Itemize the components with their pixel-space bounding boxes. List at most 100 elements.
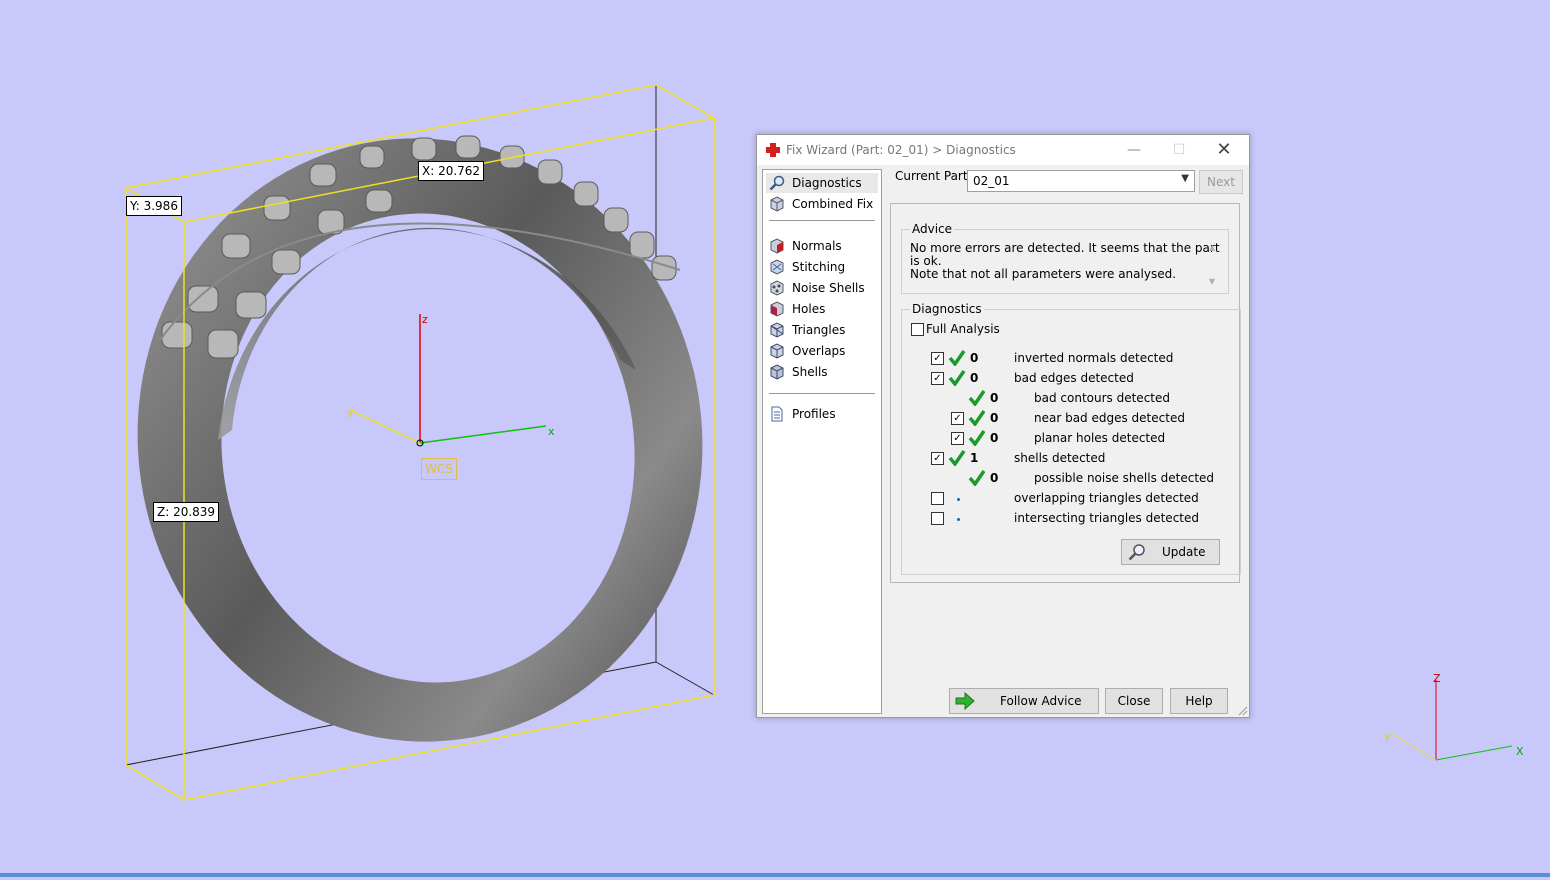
advice-scrollbar[interactable]: ▲ ▼ <box>1209 243 1219 287</box>
shells-cube-icon <box>770 364 784 380</box>
noise-shells-cube-icon <box>770 280 784 296</box>
follow-advice-label: Follow Advice <box>1000 694 1082 708</box>
taskbar-edge <box>0 873 1550 877</box>
planar-holes-label: planar holes detected <box>1034 431 1166 445</box>
magnifier-icon <box>1128 544 1145 561</box>
near-bad-edges-label: near bad edges detected <box>1034 411 1185 425</box>
current-part-dropdown[interactable]: 02_01 ▼ <box>967 170 1195 192</box>
minimize-button[interactable]: — <box>1119 139 1149 161</box>
next-button[interactable]: Next <box>1199 170 1243 194</box>
sidebar-item-diagnostics[interactable]: Diagnostics <box>766 173 878 193</box>
shells-label: shells detected <box>1014 451 1106 465</box>
overlaps-cube-icon <box>770 343 784 359</box>
dimension-z-label: Z: 20.839 <box>153 502 220 522</box>
sidebar-item-profiles[interactable]: Profiles <box>766 404 878 424</box>
bad-edges-checkbox[interactable]: ✓ <box>931 372 944 385</box>
dialog-title: Fix Wizard (Part: 02_01) > Diagnostics <box>786 143 1016 157</box>
current-part-value: 02_01 <box>973 174 1010 188</box>
maximize-button[interactable]: ☐ <box>1164 139 1194 161</box>
pending-dot-icon <box>957 518 960 521</box>
cube-icon <box>770 196 784 212</box>
noise-shells-label: possible noise shells detected <box>1034 471 1215 485</box>
bad-edges-label: bad edges detected <box>1014 371 1134 385</box>
check-mark-icon <box>948 350 966 366</box>
check-mark-icon <box>968 470 986 486</box>
fix-wizard-dialog: Fix Wizard (Part: 02_01) > Diagnostics —… <box>756 134 1250 718</box>
dimension-y-label: Y: 3.986 <box>126 196 182 216</box>
shells-checkbox[interactable]: ✓ <box>931 452 944 465</box>
corner-axes: Z X Y <box>1383 672 1524 761</box>
sidebar-item-combined-fix[interactable]: Combined Fix <box>766 194 878 214</box>
red-cross-icon <box>766 143 780 157</box>
inverted-normals-count: 0 <box>970 351 979 365</box>
document-icon <box>771 406 783 422</box>
overlapping-triangles-checkbox[interactable] <box>931 492 944 505</box>
bad-edges-count: 0 <box>970 371 979 385</box>
dialog-close-icon[interactable]: ✕ <box>1209 139 1239 161</box>
dimension-x-label: X: 20.762 <box>418 161 485 181</box>
advice-text: No more errors are detected. It seems th… <box>910 242 1222 286</box>
axis-y-label: y <box>347 406 354 419</box>
follow-advice-button[interactable]: Follow Advice <box>949 688 1099 714</box>
intersecting-triangles-checkbox[interactable] <box>931 512 944 525</box>
planar-holes-checkbox[interactable]: ✓ <box>951 432 964 445</box>
check-mark-icon <box>968 430 986 446</box>
magnifier-icon <box>769 175 785 191</box>
sidebar-item-label: Triangles <box>792 323 846 337</box>
green-arrow-icon <box>955 692 975 710</box>
shells-count: 1 <box>970 451 979 465</box>
advice-group: Advice No more errors are detected. It s… <box>901 222 1229 294</box>
near-bad-edges-count: 0 <box>990 411 999 425</box>
dialog-titlebar[interactable]: Fix Wizard (Part: 02_01) > Diagnostics —… <box>757 135 1249 165</box>
sidebar-item-label: Shells <box>792 365 828 379</box>
full-analysis-label: Full Analysis <box>926 322 1000 336</box>
advice-line: No more errors are detected. It seems th… <box>910 241 1220 268</box>
corner-axis-x-label: X <box>1516 745 1524 758</box>
sidebar-item-overlaps[interactable]: Overlaps <box>766 341 878 361</box>
near-bad-edges-checkbox[interactable]: ✓ <box>951 412 964 425</box>
sidebar-item-label: Stitching <box>792 260 846 274</box>
update-button[interactable]: Update <box>1121 539 1220 565</box>
normals-cube-icon <box>770 238 784 254</box>
sidebar-item-holes[interactable]: Holes <box>766 299 878 319</box>
overlapping-triangles-label: overlapping triangles detected <box>1014 491 1199 505</box>
full-analysis-checkbox[interactable] <box>911 323 924 336</box>
help-button[interactable]: Help <box>1170 688 1228 714</box>
sidebar-item-label: Profiles <box>792 407 836 421</box>
update-label: Update <box>1162 545 1206 559</box>
check-mark-icon <box>968 390 986 406</box>
sidebar-item-label: Diagnostics <box>792 176 862 190</box>
advice-title: Advice <box>910 222 955 236</box>
sidebar-item-shells[interactable]: Shells <box>766 362 878 382</box>
check-mark-icon <box>968 410 986 426</box>
sidebar-item-label: Normals <box>792 239 842 253</box>
intersecting-triangles-label: intersecting triangles detected <box>1014 511 1199 525</box>
inverted-normals-label: inverted normals detected <box>1014 351 1174 365</box>
noise-shells-count: 0 <box>990 471 999 485</box>
resize-grip-icon[interactable] <box>1238 706 1248 716</box>
wcs-label: WCS <box>421 458 457 480</box>
diagnostics-title: Diagnostics <box>910 302 984 316</box>
sidebar-item-triangles[interactable]: Triangles <box>766 320 878 340</box>
sidebar-item-normals[interactable]: Normals <box>766 236 878 256</box>
current-part-label: Current Part: <box>895 169 972 183</box>
advice-line: Note that not all parameters were analys… <box>910 267 1177 281</box>
holes-cube-icon <box>770 301 784 317</box>
sidebar-item-noise-shells[interactable]: Noise Shells <box>766 278 878 298</box>
chevron-down-icon: ▼ <box>1181 173 1189 184</box>
sidebar-divider <box>769 393 875 394</box>
sidebar-item-label: Noise Shells <box>792 281 865 295</box>
inverted-normals-checkbox[interactable]: ✓ <box>931 352 944 365</box>
bad-contours-label: bad contours detected <box>1034 391 1170 405</box>
bad-contours-count: 0 <box>990 391 999 405</box>
sidebar-item-label: Combined Fix <box>792 197 874 211</box>
close-button[interactable]: Close <box>1105 688 1163 714</box>
stitching-cube-icon <box>770 259 784 275</box>
sidebar-item-stitching[interactable]: Stitching <box>766 257 878 277</box>
wizard-sidebar: Diagnostics Combined Fix Normals Stitchi… <box>762 169 882 714</box>
sidebar-item-label: Holes <box>792 302 826 316</box>
corner-axis-z-label: Z <box>1433 672 1441 685</box>
triangles-cube-icon <box>770 322 784 338</box>
pending-dot-icon <box>957 498 960 501</box>
corner-axis-y-label: Y <box>1383 732 1391 745</box>
